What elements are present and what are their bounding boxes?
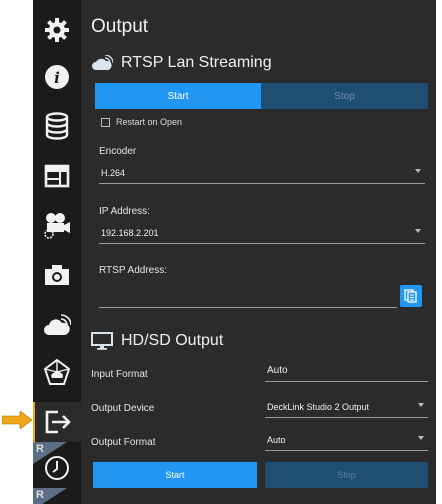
output-device-select[interactable]: DeckLink Studio 2 Output — [265, 396, 428, 418]
sidebar-item-settings[interactable] — [33, 10, 81, 50]
cloud-stream-icon — [92, 55, 113, 70]
window-edge — [436, 0, 442, 504]
sidebar-item-layout[interactable] — [33, 156, 81, 196]
rtsp-address-label: RTSP Address: — [99, 265, 167, 276]
info-icon: i — [45, 65, 69, 89]
camera-settings-icon — [44, 213, 70, 239]
ip-address-label: IP Address: — [99, 206, 150, 217]
ip-address-select[interactable]: 192.168.2.201 — [99, 222, 425, 244]
restart-on-open-row[interactable]: Restart on Open — [101, 117, 182, 127]
input-format-field[interactable]: Auto — [265, 360, 428, 382]
rtsp-section-heading: RTSP Lan Streaming — [91, 54, 272, 72]
output-format-select[interactable]: Auto — [265, 429, 428, 451]
svg-text:i: i — [54, 69, 60, 87]
pointer-arrow-icon — [2, 411, 32, 429]
rtsp-stop-button[interactable]: Stop — [261, 83, 428, 109]
badge-r: R — [33, 488, 67, 504]
rtsp-address-field[interactable] — [99, 286, 397, 308]
output-panel: Output RTSP Lan Streaming Start Stop Res… — [81, 0, 442, 504]
encoder-label: Encoder — [99, 146, 137, 157]
restart-on-open-checkbox[interactable] — [101, 117, 110, 127]
restart-on-open-label: Restart on Open — [116, 117, 183, 127]
output-format-label: Output Format — [91, 437, 156, 448]
sidebar-item-snapshot[interactable] — [33, 255, 81, 295]
copy-icon — [404, 289, 417, 303]
hdsd-stop-button[interactable]: Stop — [265, 462, 428, 488]
clock-icon — [45, 456, 69, 480]
gear-icon — [45, 18, 69, 42]
sidebar-item-clock[interactable] — [33, 448, 81, 488]
sidebar-item-cloud-stream[interactable] — [33, 305, 81, 345]
hdsd-start-button[interactable]: Start — [93, 462, 257, 488]
output-device-label: Output Device — [91, 403, 155, 414]
network-cloud-icon — [43, 358, 71, 385]
rtsp-start-stop: Start Stop — [95, 83, 428, 109]
rtsp-start-button[interactable]: Start — [95, 83, 261, 109]
page-title: Output — [91, 16, 149, 37]
sidebar: i R R — [33, 0, 81, 504]
copy-address-button[interactable] — [400, 285, 422, 307]
output-icon — [45, 410, 71, 434]
chevron-down-icon — [418, 436, 424, 440]
hdsd-section-heading: HD/SD Output — [91, 332, 223, 350]
chevron-down-icon — [415, 229, 421, 233]
sidebar-item-info[interactable]: i — [33, 57, 81, 97]
cloud-stream-icon — [44, 314, 71, 335]
monitor-icon — [91, 332, 113, 350]
database-icon — [45, 112, 69, 140]
encoder-select[interactable]: H.264 — [99, 162, 425, 184]
chevron-down-icon — [415, 169, 421, 173]
sidebar-item-output[interactable] — [33, 402, 81, 442]
camera-icon — [45, 265, 69, 285]
input-format-label: Input Format — [91, 369, 148, 380]
chevron-down-icon — [418, 403, 424, 407]
sidebar-item-storage[interactable] — [33, 106, 81, 146]
sidebar-item-camera-settings[interactable] — [33, 205, 81, 245]
layout-icon — [44, 164, 70, 188]
sidebar-item-network[interactable] — [33, 352, 81, 392]
